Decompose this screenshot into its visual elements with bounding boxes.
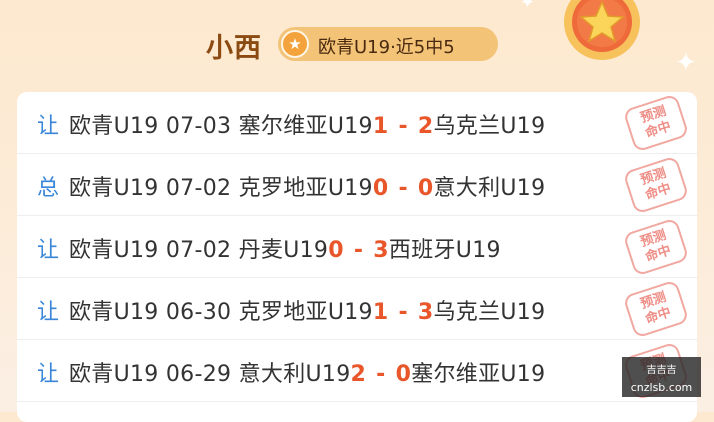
away-team: 西班牙U19 bbox=[388, 238, 501, 263]
home-score: 0 bbox=[372, 176, 389, 201]
record-badge-text: 欧青U19·近5中5 bbox=[318, 37, 455, 58]
prediction-hit-stamp: 预测命中 bbox=[622, 217, 690, 277]
prediction-hit-stamp: 预测命中 bbox=[622, 155, 690, 215]
home-score: 0 bbox=[328, 238, 344, 263]
score-dash: - bbox=[398, 300, 408, 325]
away-score: 0 bbox=[417, 176, 434, 201]
match-row[interactable]: 让 欧青U19 07-02 丹麦U190-3西班牙U19 预测 命中 bbox=[17, 216, 697, 278]
away-score: 3 bbox=[373, 238, 389, 263]
league-date: 欧青U19 06-29 bbox=[69, 362, 239, 387]
site-watermark: 吉吉吉 cnzlsb.com bbox=[622, 357, 701, 397]
home-score: 1 bbox=[372, 114, 389, 139]
score-dash: - bbox=[398, 176, 408, 201]
sparkle-icon: ✦ bbox=[675, 48, 697, 78]
star-icon: ★ bbox=[281, 30, 309, 58]
prediction-hit-stamp: 预测命中 bbox=[622, 93, 690, 153]
league-date: 欧青U19 07-03 bbox=[69, 114, 239, 139]
match-row[interactable]: 总 欧青U19 07-02 克罗地亚U190-0意大利U19 预测 命中 bbox=[17, 154, 697, 216]
home-team: 克罗地亚U19 bbox=[238, 176, 373, 201]
star-medal-icon bbox=[564, 0, 640, 60]
prediction-hit-stamp: 预测命中 bbox=[622, 279, 690, 339]
record-badge: ★ 欧青U19·近5中5 bbox=[278, 27, 498, 61]
match-row[interactable]: 让 欧青U19 06-29 意大利U192-0塞尔维亚U19 预测命中 bbox=[17, 340, 697, 402]
score-dash: - bbox=[376, 362, 386, 387]
match-row[interactable]: 让 欧青U19 06-30 克罗地亚U191-3乌克兰U19 预测 命中 bbox=[17, 278, 697, 340]
bet-type-label: 总 bbox=[37, 176, 60, 201]
expert-name: 小西 bbox=[206, 33, 262, 64]
away-team: 乌克兰U19 bbox=[433, 114, 546, 139]
bet-type-label: 让 bbox=[37, 300, 60, 325]
match-text: 欧青U19 07-02 克罗地亚U190-0意大利U19 bbox=[69, 170, 545, 202]
league-date: 欧青U19 07-02 bbox=[69, 238, 239, 263]
home-score: 2 bbox=[350, 362, 367, 387]
home-score: 1 bbox=[372, 300, 389, 325]
bet-type-label: 让 bbox=[37, 114, 60, 139]
sparkle-icon: ✦ bbox=[520, 0, 536, 13]
watermark-line: 吉吉吉 bbox=[646, 365, 677, 376]
score-dash: - bbox=[353, 238, 364, 263]
away-team: 塞尔维亚U19 bbox=[411, 362, 546, 387]
home-team: 克罗地亚U19 bbox=[238, 300, 373, 325]
league-date: 欧青U19 07-02 bbox=[69, 176, 239, 201]
away-score: 3 bbox=[417, 300, 434, 325]
watermark-url: cnzlsb.com bbox=[630, 381, 693, 394]
away-score: 2 bbox=[417, 114, 434, 139]
away-team: 乌克兰U19 bbox=[433, 300, 546, 325]
home-team: 塞尔维亚U19 bbox=[238, 114, 373, 139]
bet-type-label: 让 bbox=[37, 362, 60, 387]
score-dash: - bbox=[398, 114, 408, 139]
match-text: 欧青U19 06-30 克罗地亚U191-3乌克兰U19 bbox=[69, 294, 545, 326]
home-team: 丹麦U19 bbox=[238, 238, 329, 263]
match-list: 让 欧青U19 07-03 塞尔维亚U191-2乌克兰U19 预测 命中 总 欧青… bbox=[17, 92, 697, 422]
match-row[interactable]: 让 欧青U19 07-03 塞尔维亚U191-2乌克兰U19 预测 命中 bbox=[17, 92, 697, 154]
expert-header: 小西 ★ 欧青U19·近5中5 ✦ ✦ bbox=[0, 0, 714, 92]
away-team: 意大利U19 bbox=[433, 176, 546, 201]
match-text: 欧青U19 07-03 塞尔维亚U191-2乌克兰U19 bbox=[69, 108, 545, 140]
home-team: 意大利U19 bbox=[238, 362, 351, 387]
away-score: 0 bbox=[395, 362, 412, 387]
match-text: 欧青U19 06-29 意大利U192-0塞尔维亚U19 bbox=[69, 356, 545, 388]
bet-type-label: 让 bbox=[37, 238, 60, 263]
match-text: 欧青U19 07-02 丹麦U190-3西班牙U19 bbox=[69, 232, 501, 264]
league-date: 欧青U19 06-30 bbox=[69, 300, 239, 325]
